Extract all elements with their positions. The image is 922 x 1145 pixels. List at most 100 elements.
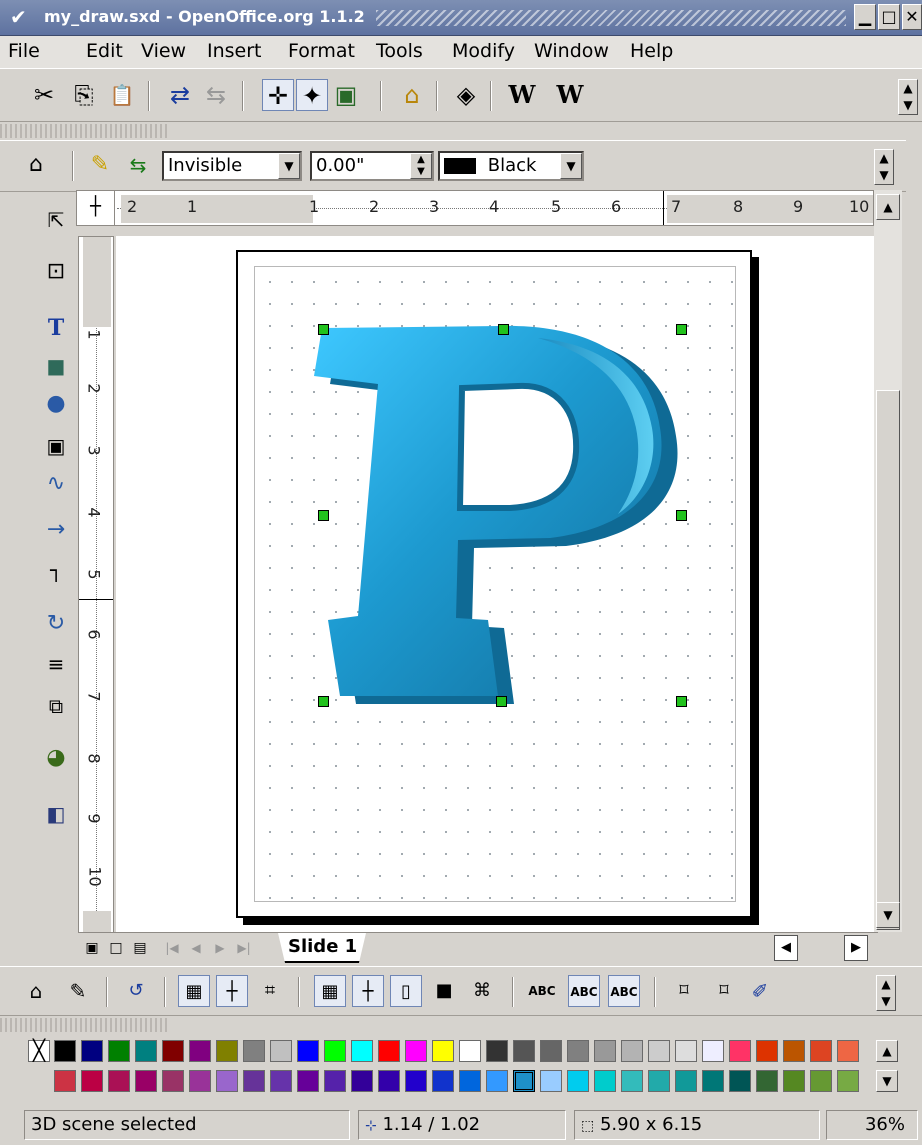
app-menu-icon[interactable]: ✔	[10, 5, 27, 29]
toolbar-more-icon[interactable]: ▲ ▼	[876, 975, 896, 1011]
slide-page[interactable]	[236, 250, 752, 918]
horizontal-ruler[interactable]: ┼ 2 1 1 2 3 4 5 6 7 8 9 10	[76, 190, 874, 226]
color-swatch[interactable]	[54, 1070, 76, 1092]
selection-handle[interactable]	[676, 510, 687, 521]
macro-icon[interactable]: W	[554, 79, 586, 111]
scroll-down-icon[interactable]: ▼	[876, 902, 900, 928]
color-swatch[interactable]	[540, 1040, 562, 1062]
color-swatch[interactable]	[756, 1070, 778, 1092]
color-swatch[interactable]	[297, 1070, 319, 1092]
color-swatch[interactable]	[189, 1070, 211, 1092]
color-swatch[interactable]	[135, 1070, 157, 1092]
toolbar-more-icon[interactable]: ▲ ▼	[874, 149, 894, 185]
arrange-icon[interactable]: ⧉	[40, 690, 72, 722]
insert-object-icon[interactable]: ◕	[40, 742, 72, 774]
color-swatch[interactable]	[54, 1040, 76, 1062]
line-style-select[interactable]: Invisible ▼	[162, 151, 302, 181]
line-width-field[interactable]: 0.00" ▲ ▼	[310, 151, 434, 181]
palette-scroll-up-icon[interactable]: ▲	[876, 1040, 898, 1062]
scroll-left-icon[interactable]: ◀	[774, 935, 798, 961]
color-swatch[interactable]	[270, 1070, 292, 1092]
color-swatch[interactable]	[135, 1040, 157, 1062]
menu-window[interactable]: Window	[534, 40, 609, 62]
menu-help[interactable]: Help	[630, 40, 673, 62]
large-handles-icon[interactable]: ⌑	[708, 975, 740, 1007]
color-swatch[interactable]	[324, 1040, 346, 1062]
next-slide-icon[interactable]: ▶	[210, 935, 230, 961]
selection-handle[interactable]	[498, 324, 509, 335]
menu-file[interactable]: File	[8, 40, 40, 62]
chevron-down-icon[interactable]: ▼	[560, 153, 582, 179]
rotation-mode-icon[interactable]: ↺	[120, 975, 152, 1007]
color-swatch[interactable]	[513, 1040, 535, 1062]
layer-view-icon[interactable]: ▤	[130, 935, 150, 961]
status-zoom[interactable]: 36%	[826, 1110, 918, 1140]
selection-handle[interactable]	[676, 324, 687, 335]
color-swatch[interactable]	[108, 1070, 130, 1092]
rotate-icon[interactable]: ↻	[40, 608, 72, 640]
toolbar-grip[interactable]	[0, 124, 170, 138]
line-color-select[interactable]: Black ▼	[438, 151, 584, 181]
color-swatch[interactable]	[621, 1070, 643, 1092]
modify-object-icon[interactable]: ✐	[744, 975, 776, 1007]
palette-scroll-down-icon[interactable]: ▼	[876, 1070, 898, 1092]
zoom-icon[interactable]: ⊡	[40, 256, 72, 288]
color-swatch[interactable]	[567, 1040, 589, 1062]
menu-edit[interactable]: Edit	[86, 40, 123, 62]
selection-handle[interactable]	[318, 324, 329, 335]
glue-points-icon[interactable]: ✎	[62, 975, 94, 1007]
color-swatch[interactable]	[459, 1070, 481, 1092]
close-icon[interactable]: ✕	[902, 4, 922, 30]
color-swatch[interactable]	[621, 1040, 643, 1062]
color-swatch[interactable]	[243, 1040, 265, 1062]
3d-objects-icon[interactable]: ▣	[40, 430, 72, 462]
snap-to-page-icon[interactable]: ▯	[390, 975, 422, 1007]
gallery-icon[interactable]: ▣	[330, 79, 362, 111]
color-swatch[interactable]	[729, 1070, 751, 1092]
maximize-icon[interactable]: □	[878, 4, 900, 30]
color-swatch[interactable]	[648, 1040, 670, 1062]
title-bar[interactable]: ✔ my_draw.sxd - OpenOffice.org 1.1.2 ▁ □…	[0, 0, 922, 36]
color-swatch[interactable]	[675, 1070, 697, 1092]
extrusion-icon[interactable]: ◈	[450, 79, 482, 111]
color-swatch[interactable]	[837, 1040, 859, 1062]
prev-slide-icon[interactable]: ◀	[186, 935, 206, 961]
snap-to-grid-icon[interactable]: ▦	[314, 975, 346, 1007]
toolbar-more-icon[interactable]: ▲ ▼	[898, 79, 918, 115]
display-grid-icon[interactable]: ▦	[178, 975, 210, 1007]
snap-to-points-icon[interactable]: ⌘	[466, 975, 498, 1007]
color-swatch[interactable]	[351, 1040, 373, 1062]
selection-handle[interactable]	[676, 696, 687, 707]
color-swatch[interactable]	[189, 1040, 211, 1062]
text-icon[interactable]: T	[40, 312, 72, 344]
color-swatch[interactable]	[702, 1070, 724, 1092]
color-swatch[interactable]	[486, 1040, 508, 1062]
guides-icon[interactable]: ┼	[216, 975, 248, 1007]
color-swatch[interactable]	[216, 1070, 238, 1092]
color-swatch[interactable]	[108, 1040, 130, 1062]
align-icon[interactable]: ≡	[40, 648, 72, 680]
snap-to-frame-icon[interactable]: ■	[428, 975, 460, 1007]
selection-handle[interactable]	[496, 696, 507, 707]
status-position-field[interactable]: ⊹ 1.14 / 1.02	[358, 1110, 566, 1140]
color-swatch[interactable]	[216, 1040, 238, 1062]
snap-icon[interactable]: ✛	[262, 79, 294, 111]
status-size-field[interactable]: ⬚ 5.90 x 6.15	[574, 1110, 820, 1140]
3d-effects-icon[interactable]: ◧	[40, 798, 72, 830]
color-swatch[interactable]	[162, 1070, 184, 1092]
menu-modify[interactable]: Modify	[452, 40, 515, 62]
first-slide-icon[interactable]: |◀	[162, 935, 182, 961]
minimize-icon[interactable]: ▁	[854, 4, 876, 30]
color-swatch[interactable]	[81, 1040, 103, 1062]
3d-letter-p[interactable]	[238, 252, 754, 920]
color-swatch[interactable]	[459, 1040, 481, 1062]
color-swatch[interactable]	[594, 1070, 616, 1092]
color-swatch[interactable]	[675, 1040, 697, 1062]
selection-handle[interactable]	[318, 510, 329, 521]
text-edit-icon[interactable]: ABC	[568, 975, 600, 1007]
color-swatch[interactable]	[702, 1040, 724, 1062]
last-slide-icon[interactable]: ▶|	[234, 935, 254, 961]
color-swatch[interactable]	[540, 1070, 562, 1092]
connector-icon[interactable]: ┐	[40, 554, 72, 586]
insert-image-icon[interactable]: ⌂	[396, 79, 428, 111]
